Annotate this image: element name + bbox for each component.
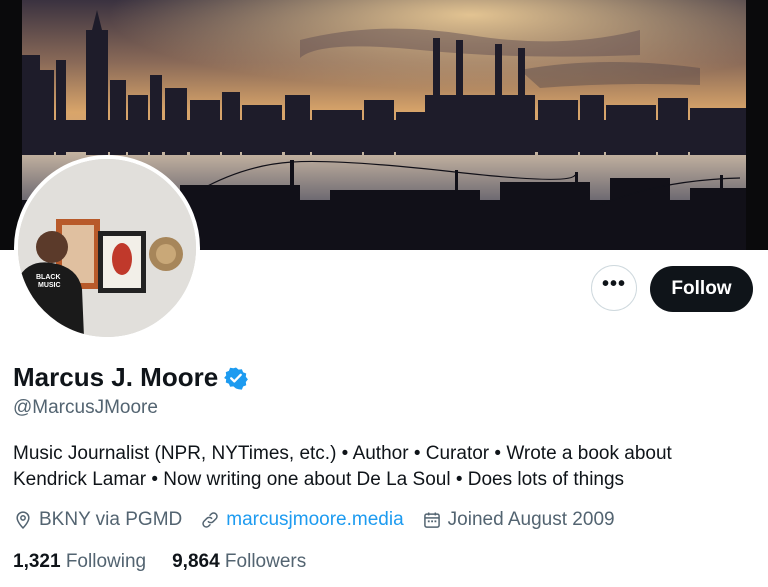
following-label: Following <box>65 551 147 572</box>
more-options-button[interactable]: ••• <box>591 265 637 311</box>
following-link[interactable]: 1,321 Following <box>13 551 146 573</box>
bio-line: Music Journalist (NPR, NYTimes, etc.) • … <box>13 443 672 464</box>
profile-bio: Music Journalist (NPR, NYTimes, etc.) • … <box>13 441 753 493</box>
avatar-photo: BLACK MUSIC <box>18 159 196 337</box>
bio-line: Kendrick Lamar • Now writing one about D… <box>13 469 625 490</box>
more-options-icon: ••• <box>601 273 626 295</box>
link-icon <box>202 512 218 528</box>
profile-name-row: Marcus J. Moore <box>13 362 249 393</box>
followers-link[interactable]: 9,864 Followers <box>172 551 306 573</box>
profile-name: Marcus J. Moore <box>13 362 219 392</box>
followers-label: Followers <box>224 551 307 572</box>
joined-item: Joined August 2009 <box>422 509 615 531</box>
website-link[interactable]: marcusjmoore.media <box>226 509 403 531</box>
joined-text: Joined August 2009 <box>447 509 615 530</box>
verified-badge-icon[interactable] <box>224 366 249 390</box>
followers-count: 9,864 <box>172 551 220 572</box>
calendar-icon <box>423 512 440 528</box>
website-item[interactable]: marcusjmoore.media <box>200 509 404 531</box>
profile-stats: 1,321 Following 9,864 Followers <box>13 551 332 573</box>
svg-text:MUSIC: MUSIC <box>38 282 61 289</box>
follow-button[interactable]: Follow <box>650 266 753 312</box>
profile-handle: @MarcusJMoore <box>13 397 158 418</box>
location-pin-icon <box>16 511 30 529</box>
following-count: 1,321 <box>13 551 61 572</box>
svg-text:BLACK: BLACK <box>36 274 61 281</box>
profile-meta: BKNY via PGMD marcusjmoore.media Joined … <box>13 509 633 531</box>
location-text: BKNY via PGMD <box>39 509 183 530</box>
location-item: BKNY via PGMD <box>13 509 182 531</box>
profile-avatar[interactable]: BLACK MUSIC <box>14 155 200 341</box>
